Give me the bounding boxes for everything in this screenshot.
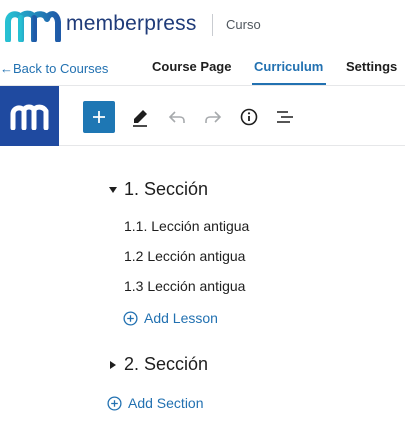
plus-circle-icon <box>123 310 138 326</box>
list-view-icon <box>277 111 293 123</box>
tab-course-page[interactable]: Course Page <box>152 59 231 74</box>
section-header[interactable]: 2. Sección <box>107 354 208 375</box>
redo-button[interactable] <box>197 101 229 133</box>
details-button[interactable] <box>233 101 265 133</box>
lesson-item[interactable]: 1.2 Lección antigua <box>124 248 245 264</box>
redo-icon <box>205 111 222 123</box>
lesson-item[interactable]: 1.3 Lección antigua <box>124 278 245 294</box>
course-nav: ←Back to Courses Course Page Curriculum … <box>0 50 405 86</box>
add-section-button[interactable]: Add Section <box>107 395 204 411</box>
plus-circle-icon <box>107 395 122 411</box>
add-lesson-button[interactable]: Add Lesson <box>123 310 218 326</box>
add-section-label: Add Section <box>128 395 204 411</box>
back-to-courses-link[interactable]: ←Back to Courses <box>0 61 108 76</box>
memberpress-logo-icon[interactable] <box>3 8 61 43</box>
section-title[interactable]: 2. Sección <box>124 354 208 375</box>
breadcrumb: Curso <box>226 17 261 32</box>
section-header[interactable]: 1. Sección <box>107 179 208 200</box>
section-title[interactable]: 1. Sección <box>124 179 208 200</box>
edit-button[interactable] <box>124 101 156 133</box>
tab-settings[interactable]: Settings <box>346 59 397 74</box>
editor-toolbar <box>0 86 405 146</box>
caret-right-icon[interactable] <box>107 359 119 371</box>
caret-down-icon[interactable] <box>107 184 119 196</box>
toolbar-logo-icon[interactable] <box>0 86 59 146</box>
list-view-button[interactable] <box>269 101 301 133</box>
top-header: memberpress Curso <box>0 0 405 50</box>
header-divider <box>212 14 213 36</box>
plus-icon <box>93 111 105 123</box>
pencil-icon <box>133 110 147 127</box>
undo-icon <box>168 111 185 123</box>
add-lesson-label: Add Lesson <box>144 310 218 326</box>
tab-curriculum[interactable]: Curriculum <box>254 59 323 74</box>
add-block-button[interactable] <box>83 101 115 133</box>
brand-name: memberpress <box>66 12 197 35</box>
undo-button[interactable] <box>161 101 193 133</box>
curriculum-editor: 1. Sección 1.1. Lección antigua 1.2 Lecc… <box>0 146 405 421</box>
lesson-item[interactable]: 1.1. Lección antigua <box>124 218 249 234</box>
info-icon <box>240 108 258 126</box>
